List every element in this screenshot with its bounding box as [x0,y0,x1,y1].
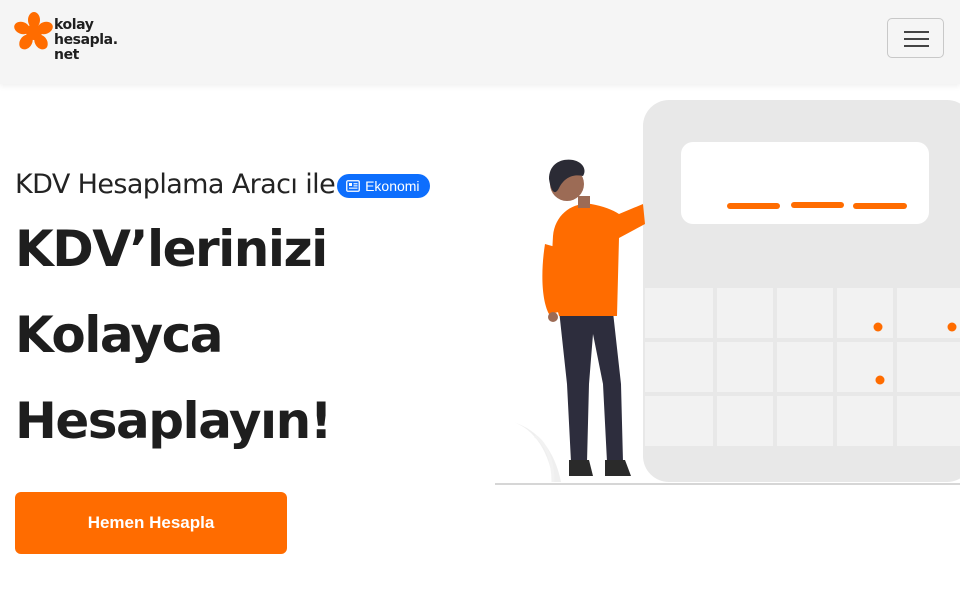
calculate-now-button[interactable]: Hemen Hesapla [15,492,287,554]
newspaper-icon [346,180,360,192]
flower-logo-icon [14,12,53,50]
hero-section: KDV Hesaplama Aracı ile Ekonomi KDV’leri… [0,84,960,600]
navbar: kolay hesapla. net [0,0,960,84]
headline-line-1: KDV’lerinizi [15,220,328,278]
headline-line-3: Hesaplayın! [15,392,333,450]
headline-line-2: Kolayca [15,306,224,364]
category-badge-label: Ekonomi [365,178,420,194]
hero-subtitle: KDV Hesaplama Aracı ile [15,168,336,200]
hero-headline: KDV’lerinizi Kolayca Hesaplayın! [15,206,475,464]
logo-line-1: kolay [54,17,94,33]
category-badge[interactable]: Ekonomi [337,174,430,198]
logo-line-2: hesapla. [54,32,118,48]
logo-line-3: net [54,47,79,63]
hamburger-menu-button[interactable] [887,18,944,58]
subtitle-row: KDV Hesaplama Aracı ile Ekonomi [15,166,430,202]
calculator-illustration [495,100,960,485]
logo-wordmark: kolay hesapla. net [54,18,118,63]
hamburger-menu-icon [904,31,929,33]
brand-logo[interactable]: kolay hesapla. net [14,12,134,66]
